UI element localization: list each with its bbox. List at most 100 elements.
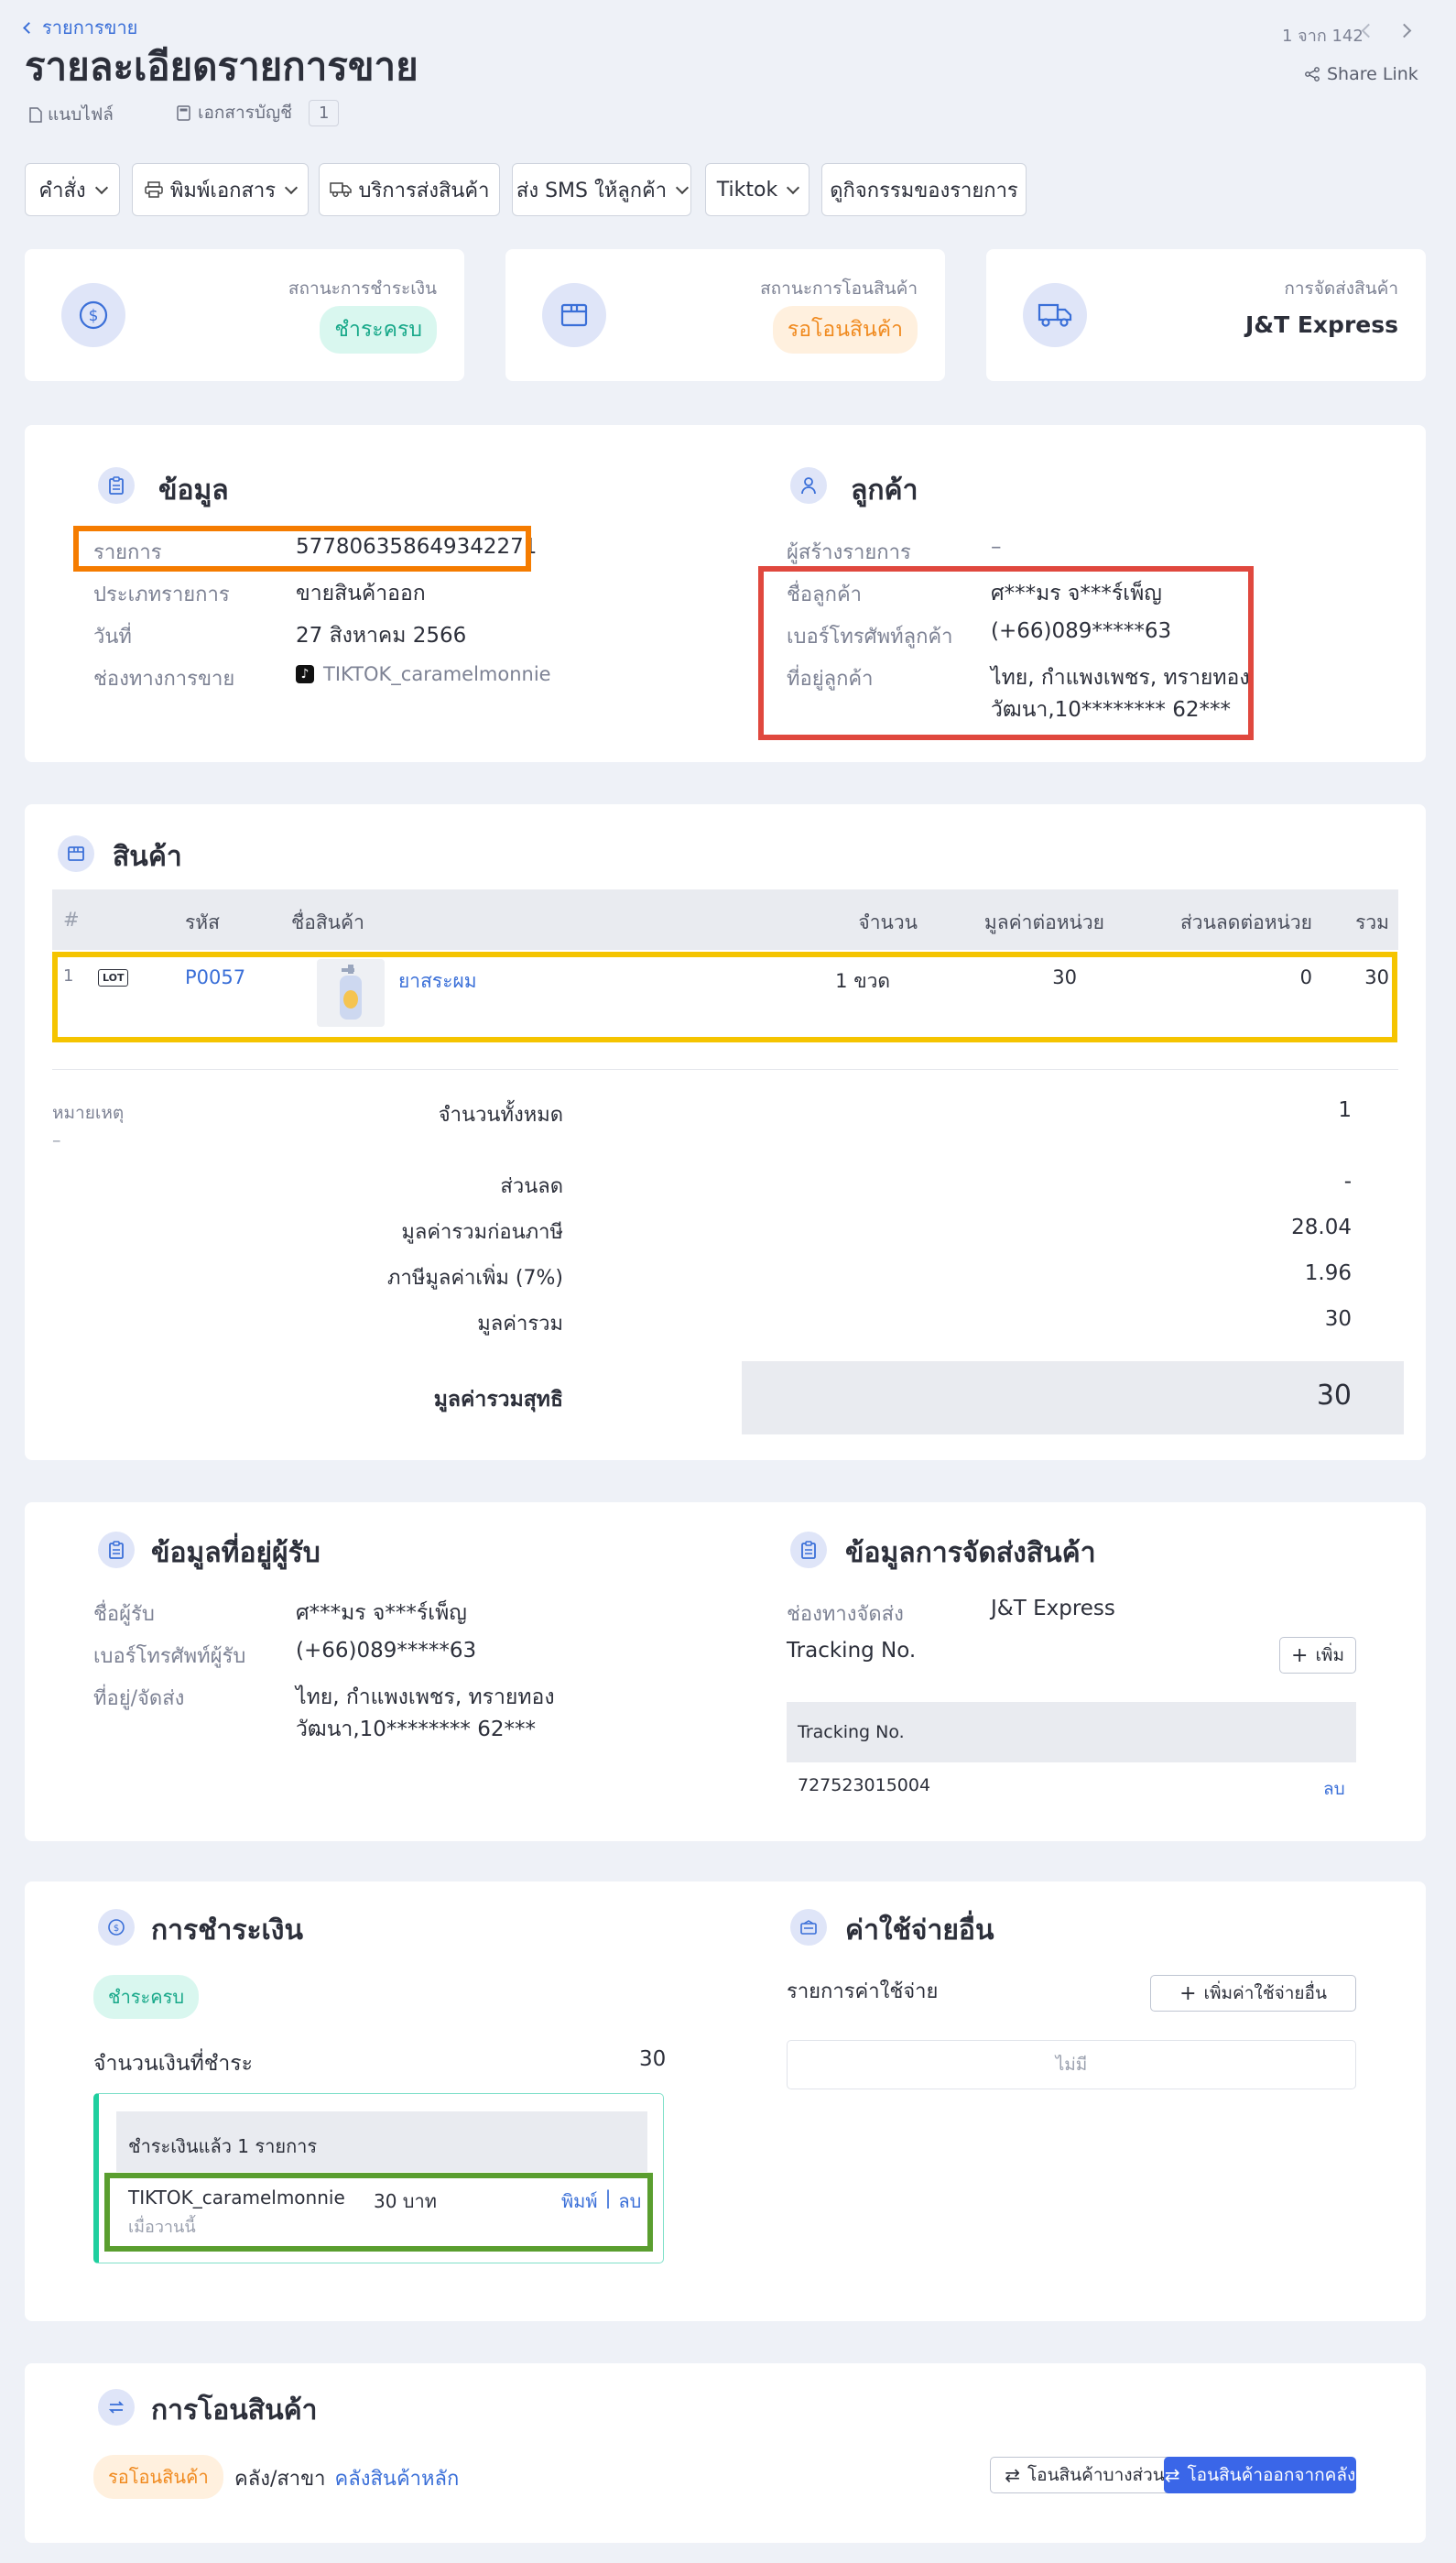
payment-status-pill: ชำระครบ	[93, 1975, 200, 2019]
plus-icon: +	[1179, 1981, 1197, 2005]
recipient-address-line2: วัฒนา,10******** 62***	[296, 1718, 536, 1741]
chevron-down-icon	[787, 180, 800, 194]
expenses-empty-box: ไม่มี	[787, 2040, 1356, 2089]
transfer-out-button[interactable]: ⇄ โอนสินค้าออกจากคลัง	[1164, 2457, 1356, 2493]
payment-title: การชำระเงิน	[151, 1914, 303, 1947]
add-expense-button[interactable]: + เพิ่มค่าใช้จ่ายอื่น	[1150, 1975, 1356, 2012]
recipient-phone: (+66)089*****63	[296, 1639, 477, 1663]
recipient-address-label: ที่อยู่/จัดส่ง	[93, 1687, 185, 1710]
row-total: 30	[1364, 966, 1389, 988]
delete-tracking-link[interactable]: ลบ	[1323, 1775, 1345, 1803]
expenses-title: ค่าใช้จ่ายอื่น	[845, 1914, 994, 1947]
info-customer-card: ข้อมูล รายการ 577806358649342271 ประเภทร…	[25, 425, 1426, 762]
next-page-icon[interactable]	[1396, 23, 1412, 38]
paid-entries-header-text: ชำระเงินแล้ว 1 รายการ	[128, 2135, 318, 2157]
warehouse-link[interactable]: คลังสินค้าหลัก	[335, 2462, 460, 2494]
creator-label: ผู้สร้างรายการ	[787, 541, 911, 564]
chevron-down-icon	[94, 180, 108, 194]
vat-label: ภาษีมูลค่าเพิ่ม (7%)	[387, 1267, 563, 1290]
paid-entry-amount: 30 บาท	[374, 2190, 437, 2212]
view-activity-button[interactable]: ดูกิจกรรมของรายการ	[821, 163, 1027, 216]
print-button[interactable]: พิมพ์เอกสาร	[132, 163, 309, 216]
clipboard-icon	[98, 1532, 135, 1568]
table-row[interactable]: 1 LOT P0057 ยาสระผม 1 ขวด 30 0 30	[52, 954, 1398, 1045]
tiktok-icon: ♪	[296, 665, 314, 683]
date-value: 27 สิงหาคม 2566	[296, 624, 467, 648]
lot-badge: LOT	[98, 969, 129, 987]
channel-label: ช่องทางการขาย	[93, 668, 235, 691]
customer-phone: (+66)089*****63	[991, 619, 1172, 643]
payment-status-badge: ชำระครบ	[320, 306, 437, 354]
prev-page-icon[interactable]	[1361, 23, 1376, 38]
col-index: #	[63, 909, 80, 931]
svg-text:$: $	[114, 1924, 119, 1934]
shipping-service-button[interactable]: บริการส่งสินค้า	[319, 163, 500, 216]
user-icon	[790, 467, 827, 504]
dollar-icon: $	[61, 283, 125, 347]
col-total: รวม	[1355, 911, 1389, 933]
transfer-status-badge: รอโอนสินค้า	[772, 306, 918, 354]
pretax-value: 28.04	[1291, 1216, 1352, 1239]
accounting-count-badge: 1	[309, 99, 340, 126]
tracking-col-header: Tracking No.	[798, 1722, 905, 1742]
payment-expenses-card: $ การชำระเงิน ชำระครบ จำนวนเงินที่ชำระ 3…	[25, 1881, 1426, 2321]
channel-value[interactable]: ♪ TIKTOK_caramelmonnie	[296, 663, 551, 685]
transfer-card: การโอนสินค้า รอโอนสินค้า คลัง/สาขา คลังส…	[25, 2363, 1426, 2543]
tiktok-button[interactable]: Tiktok	[705, 163, 809, 216]
shipping-channel-value: J&T Express	[991, 1597, 1115, 1620]
shipping-channel-label: ช่องทางจัดส่ง	[787, 1603, 904, 1626]
delivery-truck-icon	[1023, 283, 1087, 347]
delete-payment-link[interactable]: ลบ	[618, 2187, 641, 2216]
note-label: หมายเหตุ	[52, 1103, 125, 1123]
product-thumbnail	[317, 959, 385, 1027]
send-sms-button[interactable]: ส่ง SMS ให้ลูกค้า	[512, 163, 691, 216]
order-label: รายการ	[93, 541, 162, 564]
warehouse-label: คลัง/สาขา	[234, 2468, 326, 2491]
page-title: รายละเอียดรายการขาย	[25, 44, 418, 89]
customer-address-line2: วัฒนา,10******** 62***	[991, 698, 1231, 722]
type-value: ขายสินค้าออก	[296, 582, 426, 605]
recipient-title: ข้อมูลที่อยู่ผู้รับ	[151, 1537, 321, 1569]
command-button[interactable]: คำสั่ง	[25, 163, 120, 216]
recipient-shipping-card: ข้อมูลที่อยู่ผู้รับ ชื่อผู้รับ ศ***มร จ*…	[25, 1502, 1426, 1841]
product-name-link[interactable]: ยาสระผม	[398, 966, 477, 997]
date-label: วันที่	[93, 626, 132, 649]
dollar-icon: $	[98, 1909, 135, 1946]
share-icon	[1305, 67, 1320, 82]
recipient-name-label: ชื่อผู้รับ	[93, 1603, 155, 1626]
net-total-label: มูลค่ารวมสุทธิ	[433, 1388, 563, 1412]
expenses-label: รายการค่าใช้จ่าย	[787, 1980, 939, 2003]
add-tracking-button[interactable]: + เพิ่ม	[1279, 1637, 1356, 1674]
discount-value: -	[1343, 1170, 1352, 1194]
total-qty-value: 1	[1338, 1098, 1352, 1122]
tab-accounting[interactable]: เอกสารบัญชี 1	[177, 99, 340, 126]
clipboard-icon	[98, 467, 135, 504]
action-separator: |	[604, 2187, 612, 2209]
col-qty: จำนวน	[858, 911, 918, 933]
paid-entry-channel: TIKTOK_caramelmonnie	[128, 2187, 345, 2209]
product-code-link[interactable]: P0057	[185, 966, 245, 988]
calculator-icon	[177, 104, 190, 121]
products-card: สินค้า # รหัส ชื่อสินค้า จำนวน มูลค่าต่อ…	[25, 804, 1426, 1460]
clipboard-icon	[790, 1532, 827, 1568]
discount-label: ส่วนลด	[500, 1175, 563, 1198]
share-link[interactable]: Share Link	[1305, 64, 1418, 84]
transfer-title: การโอนสินค้า	[151, 2394, 318, 2427]
tab-files[interactable]: แนบไฟล์	[29, 101, 114, 128]
partial-transfer-button[interactable]: ⇄ โอนสินค้าบางส่วน	[990, 2457, 1179, 2493]
chevron-left-icon	[23, 21, 35, 34]
delivery-value: J&T Express	[1244, 311, 1398, 338]
recipient-address-line1: ไทย, กำแพงเพชร, ทรายทอง	[296, 1685, 555, 1709]
payment-status-label: สถานะการชำระเงิน	[288, 278, 437, 299]
paid-entry-actions: พิมพ์ | ลบ	[561, 2187, 641, 2216]
col-code: รหัส	[185, 911, 220, 933]
receipt-icon	[790, 1909, 827, 1946]
divider	[52, 1069, 1398, 1070]
net-total-box	[742, 1361, 1404, 1434]
print-payment-link[interactable]: พิมพ์	[561, 2187, 598, 2216]
row-discount: 0	[1299, 966, 1312, 988]
col-discount: ส่วนลดต่อหน่วย	[1179, 911, 1312, 933]
box-icon	[542, 283, 606, 347]
swap-icon	[98, 2389, 135, 2426]
delivery-label: การจัดส่งสินค้า	[1284, 278, 1398, 299]
